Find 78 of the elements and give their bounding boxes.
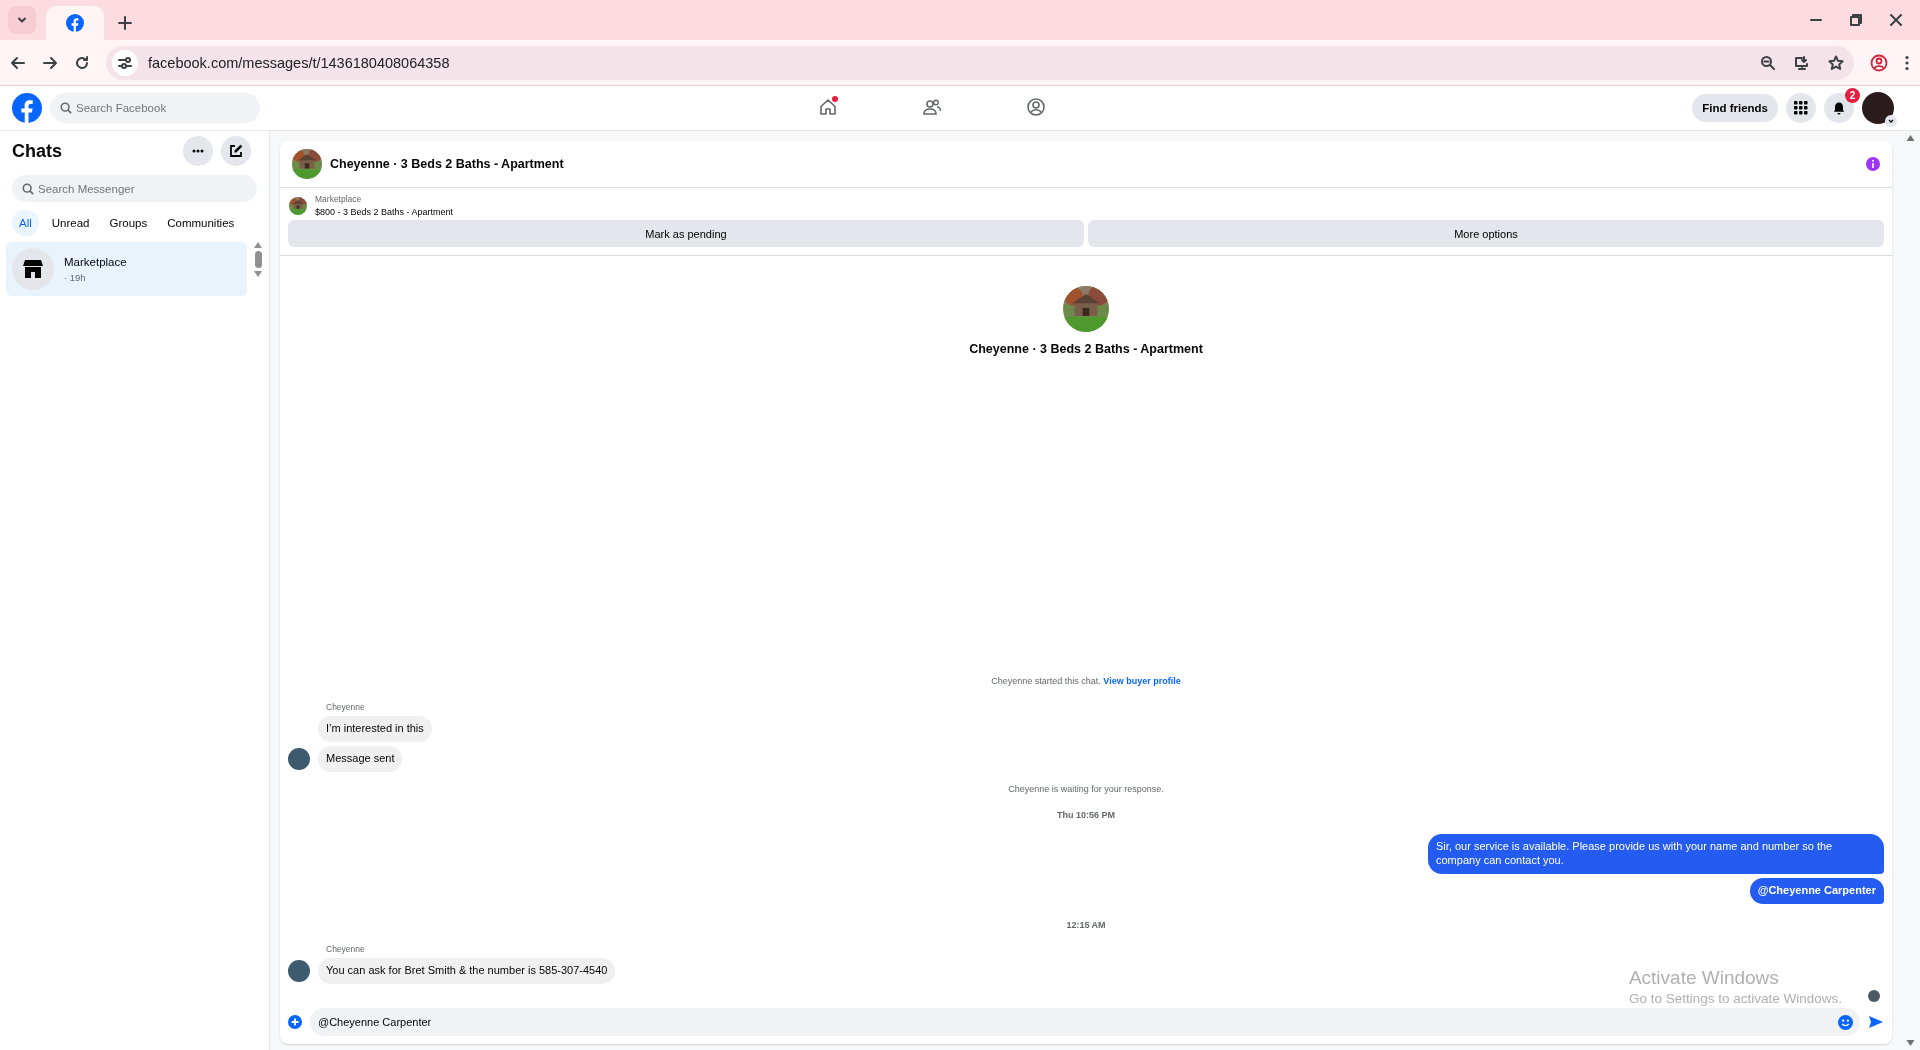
filter-tab[interactable]: All [12,210,39,236]
conversation-title: Cheyenne · 3 Beds 2 Baths - Apartment [969,342,1203,356]
forward-icon[interactable] [42,54,58,71]
activation-notice-title: Activate Windows [1628,967,1780,989]
timestamp: Thu 10:56 PM [1056,809,1116,820]
scroll-down-icon[interactable] [1905,1040,1915,1046]
message-bubble: Sir, our service is available. Please provide us with your name and number so the company can contact you. [1428,833,1884,875]
plus-icon [118,16,132,30]
profile-icon[interactable] [1870,53,1888,72]
filter-tab[interactable]: Groups [102,210,155,236]
activation-notice-text: Go to Settings to activate Windows. [1628,991,1842,1006]
more-icon [192,149,204,153]
find-friends-button[interactable]: Find friends [1692,94,1778,122]
chat-title: Cheyenne · 3 Beds 2 Baths - Apartment [330,157,565,171]
search-icon [22,182,34,195]
more-icon[interactable] [1904,54,1910,71]
action-button[interactable]: Mark as pending [288,220,1084,247]
options-button[interactable] [183,136,213,166]
scroll-up-icon[interactable] [254,242,262,248]
seen-avatar [1868,990,1880,1002]
scroll-down-icon[interactable] [254,271,262,277]
bell-icon [1832,101,1846,115]
message-bubble: You can ask for Bret Smith & the number is 585-307-4540 [318,958,616,984]
filter-tab[interactable]: Unread [44,210,97,236]
search-field[interactable]: Search Facebook [50,93,260,123]
chat-name: Marketplace [64,255,127,268]
search-icon [60,102,72,114]
notifications-button[interactable] [1824,93,1854,123]
home-icon [818,96,838,117]
plus-icon[interactable] [288,1015,302,1029]
notification-badge: 2 [1845,88,1860,103]
sender-name: Cheyenne [326,701,366,712]
zoom-icon[interactable] [1760,54,1776,71]
search-field[interactable]: Search Messenger [12,175,257,202]
grid-icon [1794,101,1808,115]
close-icon[interactable] [1890,14,1902,26]
filter-tab[interactable]: Communities [160,210,242,236]
install-icon[interactable] [1794,54,1810,71]
message-bubble: Message sent [318,745,403,772]
sidebar-title: Chats [12,140,63,162]
action-button[interactable]: More options [1088,220,1884,247]
profile-icon [1026,96,1046,117]
reload-icon[interactable] [74,54,90,71]
avatar [288,960,310,982]
url-text: facebook.com/messages/t/1436180408064358 [148,54,451,71]
new-message-button[interactable] [221,136,251,166]
restore-icon[interactable] [1850,14,1862,26]
back-icon[interactable] [10,54,26,71]
emoji-icon[interactable] [1838,1014,1853,1030]
system-notice: Cheyenne is waiting for your response. [1007,783,1165,794]
compose-icon [229,144,243,158]
account-avatar[interactable] [1862,92,1894,124]
facebook-icon [66,14,84,32]
store-icon [22,258,44,280]
message-input[interactable]: @Cheyenne Carpenter [310,1008,1860,1036]
site-settings-icon[interactable] [118,55,132,70]
message-bubble: I’m interested in this [318,715,432,742]
address-bar[interactable]: facebook.com/messages/t/1436180408064358 [106,45,1854,80]
info-icon[interactable] [1866,157,1880,171]
facebook-logo[interactable] [12,93,42,123]
browser-tab[interactable] [46,6,104,40]
message-bubble: @Cheyenne Carpenter [1749,878,1884,905]
listing-source: Marketplace [315,194,363,204]
sender-name: Cheyenne [326,944,366,955]
chat-time: · 19h [64,271,87,283]
timestamp: 12:15 AM [1065,920,1107,931]
scrollbar-thumb[interactable] [254,251,262,268]
caret-icon [1887,117,1895,125]
system-notice: Cheyenne started this chat. View buyer profile [990,675,1182,686]
avatar [288,747,310,770]
menu-button[interactable] [1786,93,1816,123]
buyer-profile-link[interactable]: View buyer profile [1103,675,1181,686]
new-tab-button[interactable] [118,16,132,30]
send-icon[interactable] [1868,1015,1884,1029]
star-icon[interactable] [1828,54,1844,71]
chat-list-item[interactable]: Marketplace · 19h [6,242,247,296]
listing-title: $800 - 3 Beds 2 Baths - Apartment [315,207,454,217]
scroll-up-icon[interactable] [1905,135,1915,141]
